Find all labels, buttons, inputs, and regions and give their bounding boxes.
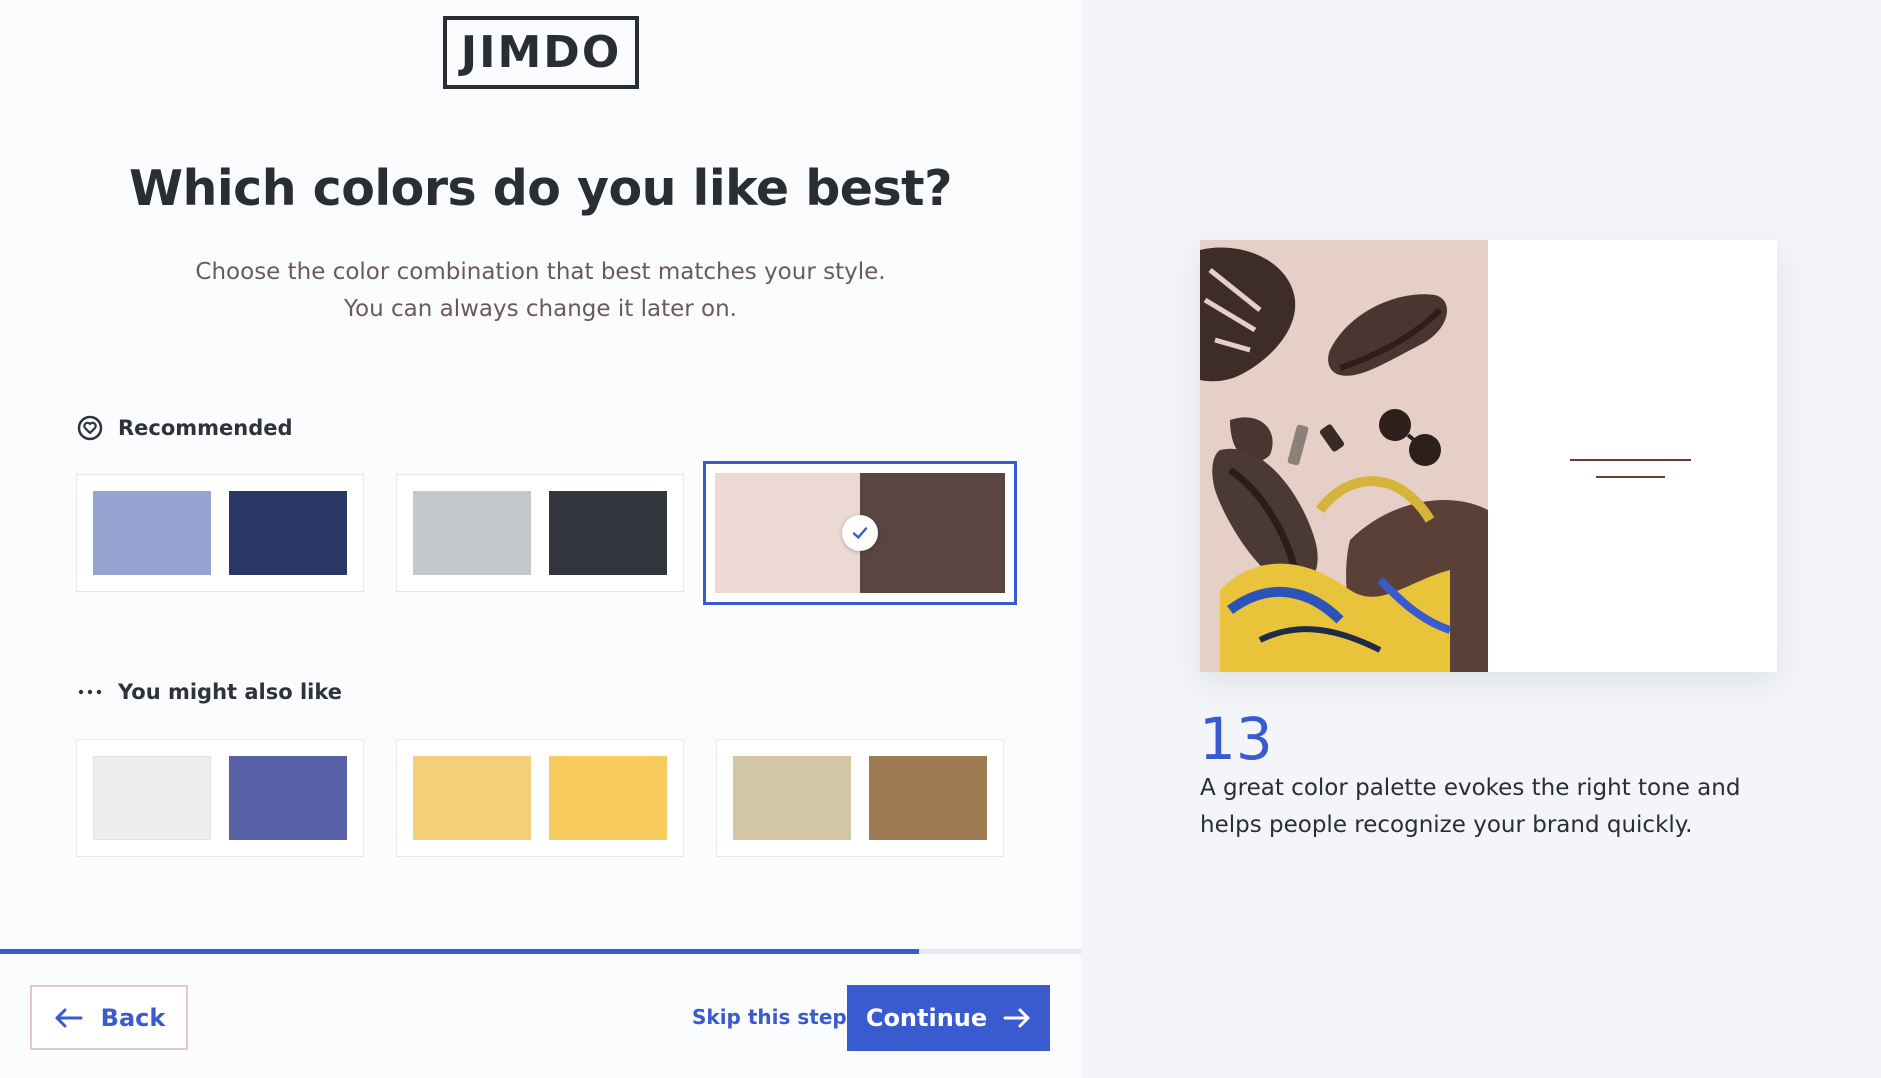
- website-preview-card: [1200, 240, 1777, 672]
- palette-swatch: [549, 491, 667, 575]
- more-dots-icon: [78, 689, 102, 695]
- back-button[interactable]: Back: [30, 985, 188, 1050]
- subtitle-line-2: You can always change it later on.: [344, 296, 737, 322]
- subtitle-line-1: Choose the color combination that best m…: [195, 259, 886, 285]
- preview-subheading-line: [1596, 476, 1665, 478]
- heart-badge-icon: [77, 415, 103, 441]
- palette-swatch: [733, 756, 851, 840]
- stat-description: A great color palette evokes the right t…: [1200, 775, 1741, 838]
- preview-heading-line: [1570, 459, 1691, 461]
- palette-swatch: [413, 756, 531, 840]
- palette-swatch: [549, 756, 667, 840]
- continue-button[interactable]: Continue: [847, 985, 1050, 1051]
- fashion-flatlay-image: [1200, 240, 1488, 672]
- palette-option-also-2[interactable]: [396, 739, 684, 857]
- palette-option-also-1[interactable]: [76, 739, 364, 857]
- page-title: Which colors do you like best?: [128, 160, 953, 217]
- arrow-right-icon: [1003, 1008, 1030, 1028]
- onboarding-panel: JIMDO Which colors do you like best? Cho…: [0, 0, 1081, 1078]
- palette-option-recommended-3-selected[interactable]: [703, 461, 1017, 605]
- palette-option-recommended-2[interactable]: [396, 474, 684, 592]
- preview-text-area: [1488, 240, 1777, 672]
- palette-swatch: [860, 473, 1005, 593]
- progress-bar-fill: [0, 949, 919, 954]
- back-button-label: Back: [100, 1003, 166, 1032]
- palette-swatch: [93, 756, 211, 840]
- palette-option-also-3[interactable]: [716, 739, 1004, 857]
- palette-swatch: [229, 491, 347, 575]
- also-like-heading: You might also like: [76, 678, 342, 706]
- arrow-left-icon: [55, 1008, 83, 1027]
- palette-swatch: [229, 756, 347, 840]
- skip-step-link[interactable]: Skip this step: [692, 1005, 847, 1029]
- page-subtitle: Choose the color combination that best m…: [0, 254, 1081, 328]
- stat-number: 13: [1199, 705, 1273, 773]
- palette-swatch: [715, 473, 860, 593]
- recommended-label: Recommended: [118, 416, 293, 440]
- also-like-label: You might also like: [118, 680, 343, 704]
- palette-swatch: [93, 491, 211, 575]
- palette-swatch: [413, 491, 531, 575]
- continue-button-label: Continue: [865, 1004, 988, 1032]
- progress-bar: [0, 949, 1081, 954]
- recommended-heading: Recommended: [76, 414, 293, 442]
- selected-check-icon: [842, 515, 878, 551]
- palette-swatch: [869, 756, 987, 840]
- jimdo-logo: JIMDO: [443, 16, 639, 89]
- palette-option-recommended-1[interactable]: [76, 474, 364, 592]
